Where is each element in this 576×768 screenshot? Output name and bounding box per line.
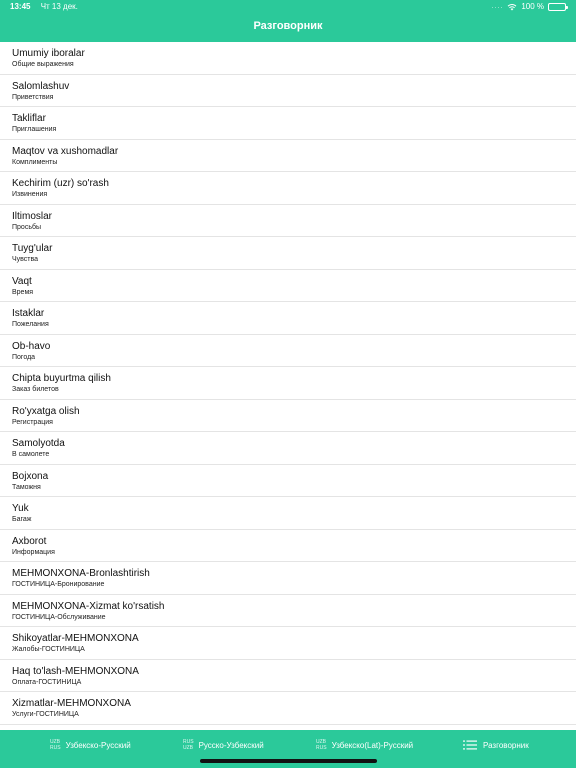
list-item[interactable]: Iltimoslar Просьбы — [0, 205, 576, 237]
list-item[interactable]: MEHMONXONA-Bronlashtirish ГОСТИНИЦА-Брони… — [0, 562, 576, 595]
list-item[interactable]: Haq to'lash-MEHMONXONA Оплата-ГОСТИНИЦА — [0, 660, 576, 692]
list-item[interactable]: Samolyotda В самолете — [0, 432, 576, 465]
list-item[interactable]: Takliflar Приглашения — [0, 107, 576, 140]
status-left: 13:45 Чт 13 дек. — [10, 2, 78, 11]
list-item[interactable]: Vaqt Время — [0, 270, 576, 302]
item-subtitle: Оплата-ГОСТИНИЦА — [12, 678, 82, 686]
item-subtitle: Извинения — [12, 191, 48, 198]
list-item[interactable]: Salomlashuv Приветствия — [0, 75, 576, 107]
list-item[interactable]: Kechirim (uzr) so'rash Извинения — [0, 172, 576, 205]
item-title: Axborot — [12, 535, 47, 547]
item-title: Vaqt — [12, 275, 32, 287]
item-title: Bojxona — [12, 470, 49, 482]
item-subtitle: Услуги-ГОСТИНИЦА — [12, 711, 79, 718]
app-window: 13:45 Чт 13 дек. .... 100 % Разговорник … — [0, 0, 576, 768]
status-date: Чт 13 дек. — [40, 2, 78, 11]
list-menu-icon — [463, 740, 477, 750]
item-title: Samolyotda — [12, 438, 65, 449]
list-item[interactable]: Tuyg'ular Чувства — [0, 237, 576, 270]
uzb-rus-icon: UZB RUS — [316, 739, 327, 751]
item-subtitle: Жалобы-ГОСТИНИЦА — [12, 646, 85, 653]
list-item[interactable]: Axborot Информация — [0, 530, 576, 562]
battery-percent: 100 % — [521, 2, 544, 11]
battery-icon — [548, 2, 568, 11]
item-subtitle: Комплименты — [12, 158, 58, 166]
status-right: .... 100 % — [491, 2, 568, 11]
list-item[interactable]: Bojxona Таможня — [0, 465, 576, 497]
tab-label: Узбекско-Русский — [65, 740, 131, 750]
item-subtitle: В самолете — [12, 451, 50, 458]
item-subtitle: Заказ билетов — [12, 386, 59, 393]
list-item[interactable]: Xizmatlar-MEHMONXONA Услуги-ГОСТИНИЦА — [0, 692, 576, 725]
list-item[interactable]: Shikoyatlar-MEHMONXONA Жалобы-ГОСТИНИЦА — [0, 627, 576, 660]
wifi-icon — [507, 3, 517, 10]
status-bar: 13:45 Чт 13 дек. .... 100 % — [0, 0, 576, 14]
item-subtitle: ГОСТИНИЦА-Бронирование — [12, 581, 105, 588]
item-title: Iltimoslar — [12, 210, 53, 222]
item-title: Xizmatlar-MEHMONXONA — [12, 698, 131, 709]
list-item[interactable]: Ob-havo Погода — [0, 335, 576, 367]
home-indicator — [200, 759, 377, 763]
phrasebook-list[interactable]: Umumiy iboralar Общие выражения Salomlashu… — [0, 42, 576, 730]
list-item[interactable]: Istaklar Пожелания — [0, 302, 576, 335]
item-title: Salomlashuv — [12, 80, 70, 92]
item-title: Istaklar — [12, 308, 45, 319]
list-item[interactable]: Yuk Багаж — [0, 497, 576, 530]
item-title: Tuyg'ular — [12, 243, 53, 254]
item-subtitle: Приглашения — [12, 126, 57, 133]
item-title: Shikoyatlar-MEHMONXONA — [12, 633, 139, 644]
item-title: Maqtov va xushomadlar — [12, 145, 119, 157]
item-subtitle: Просьбы — [12, 223, 42, 231]
item-subtitle: Время — [12, 288, 34, 296]
status-time: 13:45 — [10, 2, 31, 11]
tab-label: Разговорник — [483, 740, 529, 750]
list-item[interactable]: Ro'yxatga olish Регистрация — [0, 400, 576, 432]
signal-dots: .... — [491, 3, 504, 10]
item-title: Chipta buyurtma qilish — [12, 373, 111, 384]
item-title: Ob-havo — [12, 340, 51, 352]
item-subtitle: Чувства — [12, 256, 39, 263]
page-title: Разговорник — [253, 20, 323, 32]
tab-russian-uzbek[interactable]: RUS UZB Русско-Узбекский — [183, 730, 264, 760]
item-subtitle: ГОСТИНИЦА-Обслуживание — [12, 613, 106, 621]
item-subtitle: Пожелания — [12, 321, 49, 328]
item-subtitle: Багаж — [12, 516, 32, 523]
tab-uzbek-russian[interactable]: UZB RUS Узбекско-Русский — [50, 730, 131, 760]
header: 13:45 Чт 13 дек. .... 100 % Разговорник — [0, 0, 576, 42]
item-subtitle: Общие выражения — [12, 61, 74, 68]
item-subtitle: Регистрация — [12, 418, 53, 426]
item-title: Haq to'lash-MEHMONXONA — [12, 665, 139, 677]
list-item[interactable]: Maqtov va xushomadlar Комплименты — [0, 140, 576, 172]
list-item[interactable]: MEHMONXONA-Xizmat ko'rsatish ГОСТИНИЦА-Об… — [0, 595, 576, 627]
list-item[interactable]: Umumiy iboralar Общие выражения — [0, 42, 576, 75]
rus-uzb-icon: RUS UZB — [183, 739, 194, 751]
item-subtitle: Информация — [12, 548, 55, 556]
item-title: MEHMONXONA-Bronlashtirish — [12, 568, 150, 579]
item-title: Kechirim (uzr) so'rash — [12, 178, 109, 189]
item-title: Ro'yxatga olish — [12, 405, 80, 417]
list-item[interactable]: Chipta buyurtma qilish Заказ билетов — [0, 367, 576, 400]
tab-phrasebook[interactable]: Разговорник — [463, 730, 529, 760]
item-subtitle: Приветствия — [12, 93, 54, 101]
item-title: MEHMONXONA-Xizmat ko'rsatish — [12, 600, 165, 612]
item-title: Umumiy iboralar — [12, 48, 85, 59]
item-subtitle: Погода — [12, 353, 36, 361]
item-subtitle: Таможня — [12, 483, 41, 491]
tab-label: Русско-Узбекский — [198, 740, 264, 750]
item-title: Takliflar — [12, 113, 46, 124]
tab-label: Узбекско(Lat)-Русский — [331, 740, 414, 750]
tab-uzbek-lat-russian[interactable]: UZB RUS Узбекско(Lat)-Русский — [316, 730, 413, 760]
item-title: Yuk — [12, 503, 29, 514]
uzb-rus-icon: UZB RUS — [50, 739, 61, 751]
